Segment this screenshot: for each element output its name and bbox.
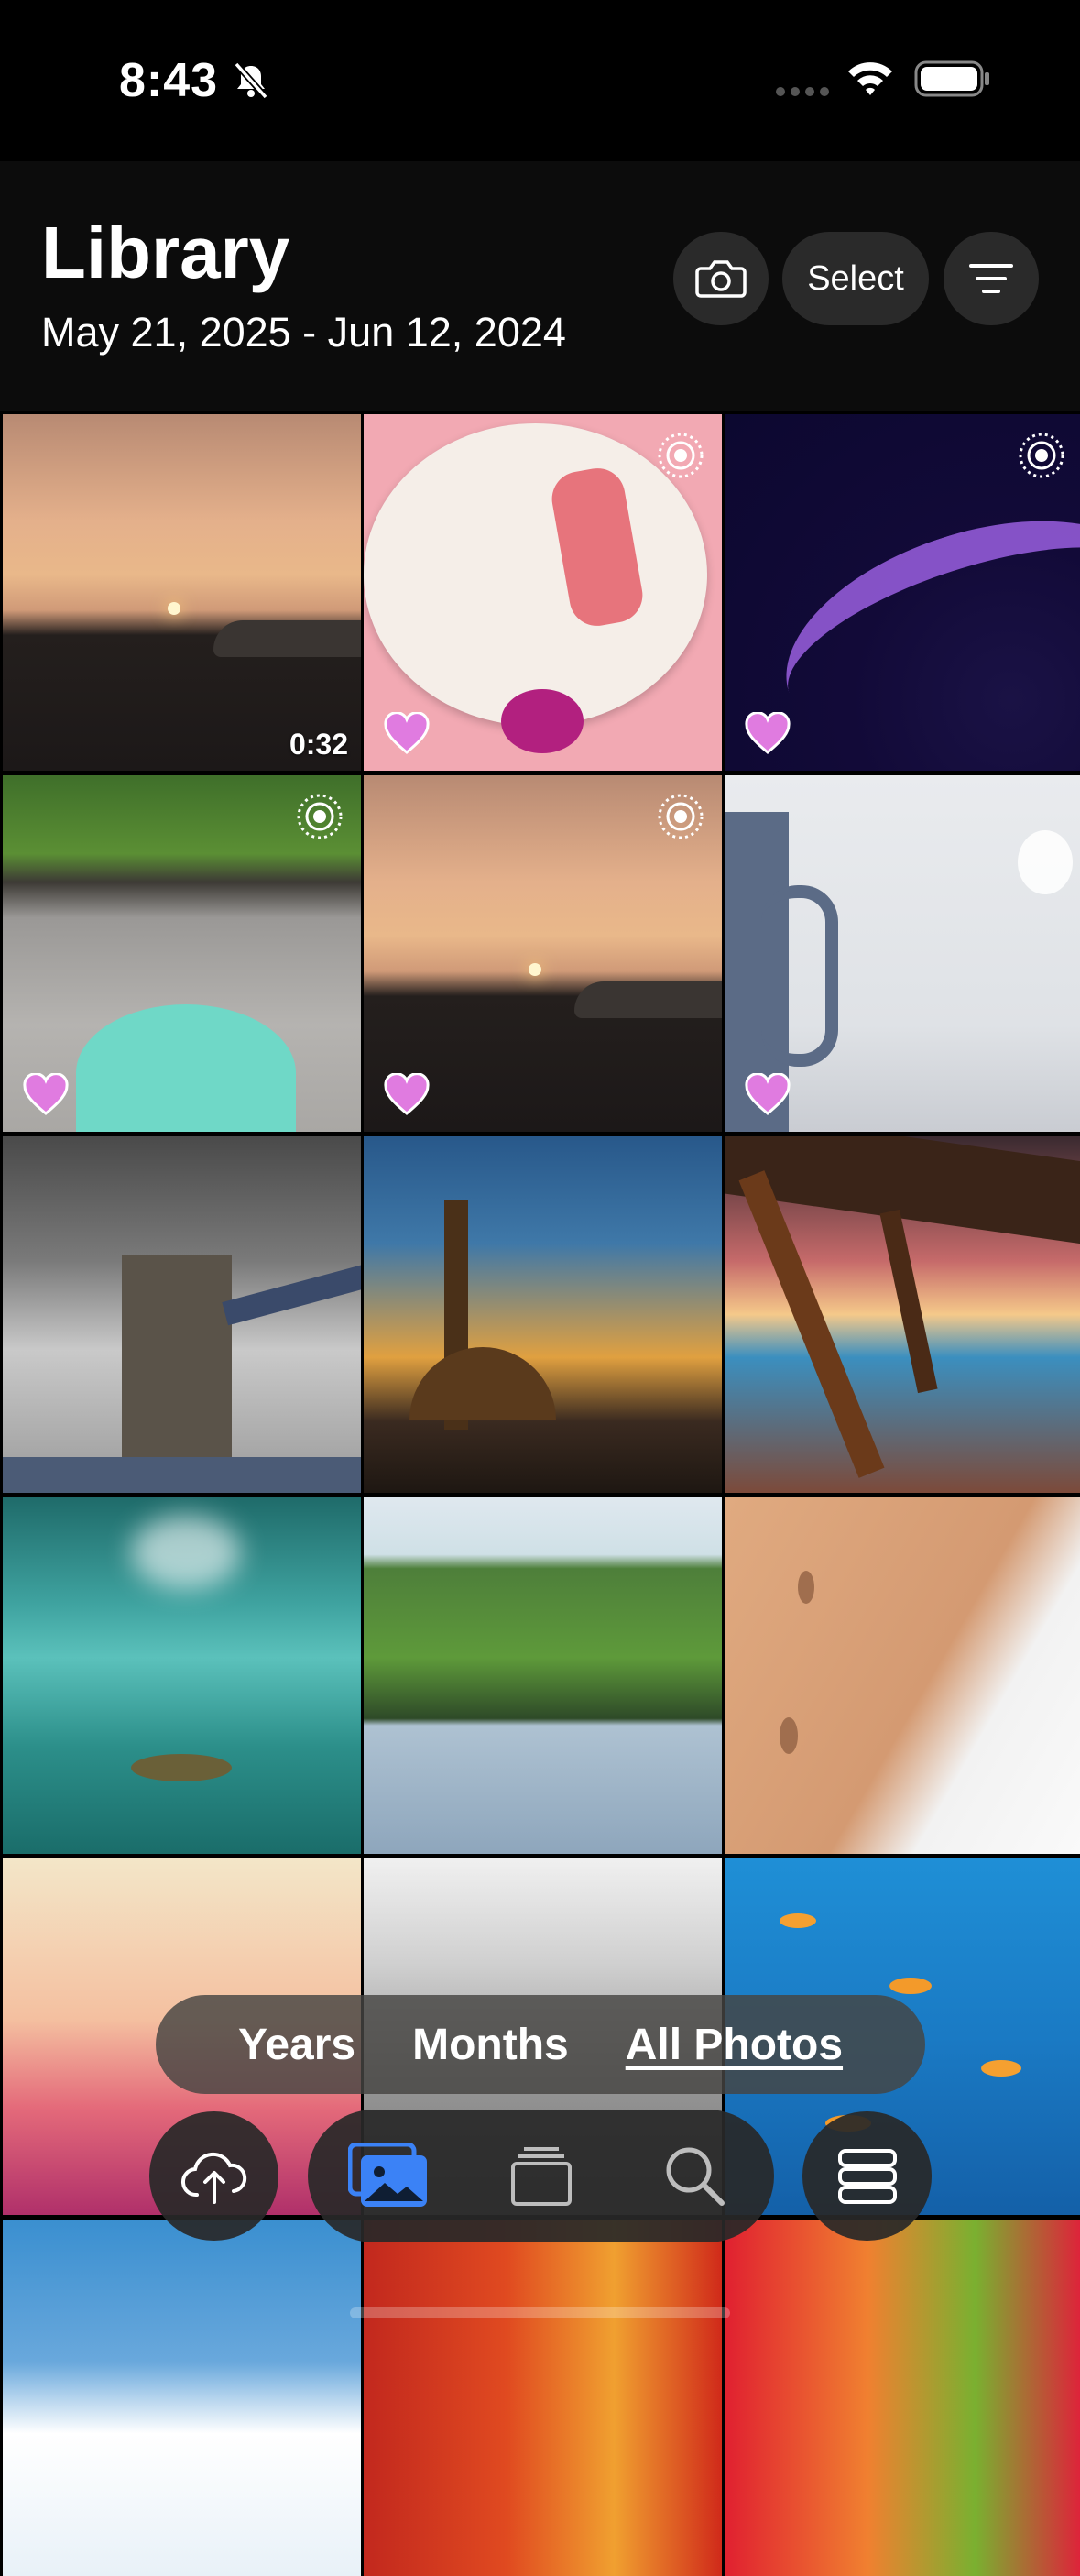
silent-bell-icon <box>234 61 268 100</box>
photo-thumbnail[interactable] <box>725 1497 1080 1854</box>
battery-icon <box>914 60 989 97</box>
photo-thumbnail[interactable]: 0:32 <box>3 414 361 771</box>
years-tab[interactable]: Years <box>238 2020 355 2070</box>
months-tab[interactable]: Months <box>412 2020 569 2070</box>
search-icon <box>666 2147 725 2206</box>
favorite-heart-icon <box>384 712 430 754</box>
signal-dots-icon <box>776 87 829 96</box>
wifi-icon <box>848 62 892 95</box>
photo-thumbnail[interactable] <box>3 2220 361 2576</box>
favorite-heart-icon <box>745 1073 791 1115</box>
photo-thumbnail[interactable] <box>3 1497 361 1854</box>
page-title: Library <box>41 212 290 293</box>
photo-thumbnail[interactable] <box>3 1136 361 1493</box>
albums-icon <box>511 2147 572 2206</box>
tab-library[interactable] <box>343 2130 434 2221</box>
stack-icon <box>837 2148 897 2204</box>
camera-button[interactable] <box>673 232 769 325</box>
photos-icon <box>348 2143 427 2207</box>
photo-thumbnail[interactable] <box>725 2220 1080 2576</box>
status-bar: 8:43 <box>0 0 1080 161</box>
live-photo-icon <box>297 794 343 839</box>
select-button[interactable]: Select <box>782 232 929 325</box>
tab-search[interactable] <box>649 2130 740 2221</box>
photo-thumbnail[interactable] <box>364 775 722 1132</box>
filter-button[interactable] <box>944 232 1039 325</box>
date-range: May 21, 2025 - Jun 12, 2024 <box>41 309 566 356</box>
live-photo-icon <box>658 794 704 839</box>
photo-thumbnail[interactable] <box>364 1136 722 1493</box>
video-duration: 0:32 <box>289 728 348 761</box>
photo-thumbnail[interactable] <box>364 414 722 771</box>
favorite-heart-icon <box>23 1073 69 1115</box>
view-switcher: Years Months All Photos <box>156 1995 925 2094</box>
filter-icon <box>969 264 1013 293</box>
photo-thumbnail[interactable] <box>725 1136 1080 1493</box>
home-indicator <box>350 2307 730 2318</box>
photo-thumbnail[interactable] <box>725 775 1080 1132</box>
cloud-upload-button[interactable] <box>149 2111 278 2241</box>
tab-bar <box>308 2110 774 2242</box>
photo-thumbnail[interactable] <box>364 2220 722 2576</box>
live-photo-icon <box>1019 433 1064 478</box>
storage-button[interactable] <box>802 2111 932 2241</box>
live-photo-icon <box>658 433 704 478</box>
favorite-heart-icon <box>745 712 791 754</box>
photo-thumbnail[interactable] <box>3 775 361 1132</box>
favorite-heart-icon <box>384 1073 430 1115</box>
photo-thumbnail[interactable] <box>364 1497 722 1854</box>
photo-thumbnail[interactable] <box>725 414 1080 771</box>
camera-icon <box>695 260 747 298</box>
tab-albums[interactable] <box>496 2130 587 2221</box>
status-time: 8:43 <box>119 54 219 107</box>
all-photos-tab[interactable]: All Photos <box>626 2020 843 2070</box>
cloud-upload-icon <box>180 2152 246 2204</box>
